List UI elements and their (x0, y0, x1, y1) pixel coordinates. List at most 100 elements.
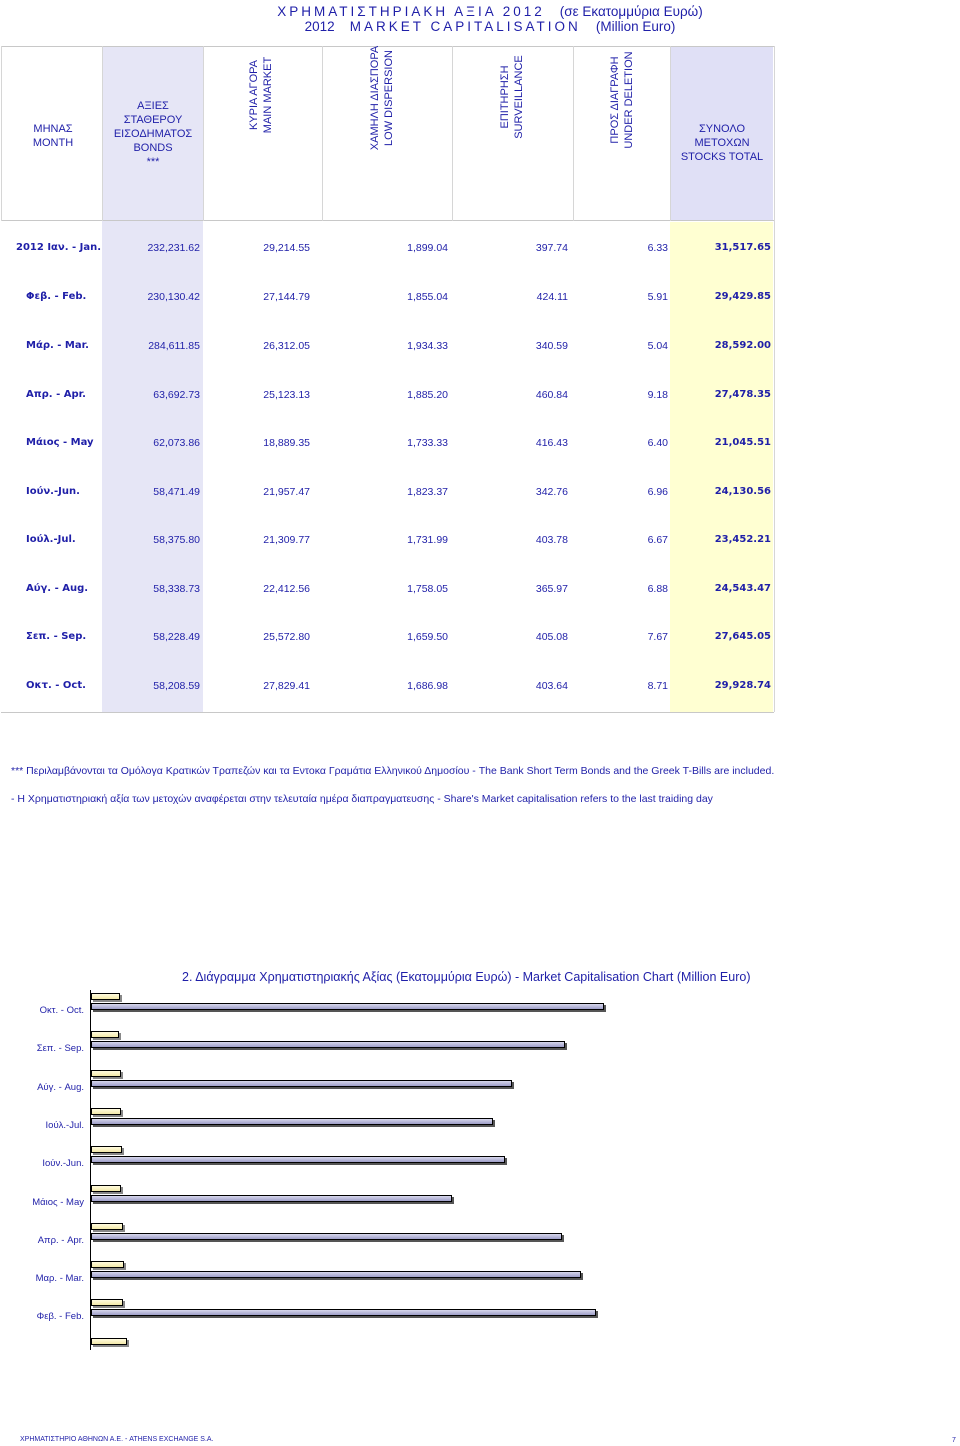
chart-category-label: Αύγ. - Aug. (37, 1081, 84, 1093)
main-market-cell: 21,309.77 (263, 534, 310, 546)
chart-bar-stocks-total (91, 1079, 512, 1087)
low-dispersion-cell: 1,934.33 (407, 340, 448, 352)
title-year: 2012 (304, 19, 335, 34)
bonds-cell: 58,228.49 (153, 631, 200, 643)
bonds-cell: 58,338.73 (153, 583, 200, 595)
stocks-total-cell: 29,429.85 (714, 291, 771, 302)
chart-category-label: Μάιος - May (32, 1196, 84, 1208)
chart-category-label: Ιούλ.-Jul. (45, 1119, 84, 1131)
header-bonds: ΑΞΙΕΣ ΣΤΑΘΕΡΟΥ ΕΙΣΟΔΗΜΑΤΟΣ BONDS *** (113, 100, 193, 168)
stocks-total-cell: 24,543.47 (714, 583, 771, 594)
bonds-cell: 230,130.42 (147, 291, 200, 303)
bonds-cell: 284,611.85 (148, 340, 200, 352)
main-market-cell: 27,829.41 (263, 680, 310, 692)
footer-exchange: ΧΡΗΜΑΤΙΣΤΗΡΙΟ ΑΘΗΝΩΝ Α.Ε. - ATHENS EXCHA… (20, 1436, 214, 1443)
chart-category-label: Ιούν.-Jun. (42, 1158, 84, 1170)
month-cell: Μάρ. - Mar. (26, 340, 89, 351)
under-deletion-cell: 9.18 (647, 389, 668, 401)
low-dispersion-cell: 1,659.50 (407, 631, 448, 643)
table-row: Ιούν.-Jun. 58,471.49 21,957.47 1,823.37 … (0, 486, 775, 506)
chart-bar-stocks-total (91, 1271, 582, 1279)
stocks-total-cell: 28,592.00 (714, 340, 771, 351)
low-dispersion-cell: 1,823.37 (407, 486, 448, 498)
note-market-cap: - Η Χρηματιστηριακή αξία των μετοχών ανα… (11, 793, 713, 805)
bonds-cell: 58,208.59 (153, 680, 200, 692)
chart-bar-low-dispersion (91, 1146, 123, 1154)
stocks-total-cell: 24,130.56 (714, 486, 771, 497)
under-deletion-cell: 5.04 (647, 340, 668, 352)
chart-bar-low-dispersion (91, 1069, 122, 1077)
header-surveillance: ΕΠΙΤΗΡΗΣΗ SURVEILLANCE (499, 55, 525, 139)
under-deletion-cell: 8.71 (647, 680, 668, 692)
under-deletion-cell: 7.67 (647, 631, 668, 643)
header-main-market: ΚΥΡΙΑ ΑΓΟΡΑ MAIN MARKET (248, 56, 274, 134)
main-market-cell: 22,412.56 (263, 583, 310, 595)
header-month: ΜΗΝΑΣ MONTH (32, 123, 74, 149)
bonds-cell: 62,073.86 (153, 437, 200, 449)
main-market-cell: 21,957.47 (263, 486, 310, 498)
surveillance-cell: 365.97 (535, 583, 568, 595)
under-deletion-cell: 6.40 (647, 437, 668, 449)
chart-bar-low-dispersion (91, 1107, 121, 1115)
main-market-cell: 25,572.80 (263, 631, 310, 643)
table-row: 2012 Ιαν. - Jan. 232,231.62 29,214.55 1,… (0, 242, 775, 262)
low-dispersion-cell: 1,855.04 (407, 291, 448, 303)
title-line-2: 2012 MARKET CAPITALISATION (Million Euro… (0, 19, 960, 34)
surveillance-cell: 424.11 (536, 291, 568, 303)
chart-bar-stocks-total (91, 1309, 596, 1317)
month-cell: Οκτ. - Oct. (26, 680, 86, 691)
header-under-deletion: ΠΡΟΣ ΔΙΑΓΡΑΦΗ UNDER DELETION (609, 51, 635, 149)
surveillance-cell: 403.78 (535, 534, 568, 546)
chart-category-label: Μαρ. - Mar. (35, 1273, 84, 1285)
stocks-total-cell: 27,478.35 (714, 389, 771, 400)
under-deletion-cell: 6.96 (647, 486, 668, 498)
chart-bar-stocks-total (91, 1117, 494, 1125)
chart-bar-low-dispersion (91, 1031, 120, 1039)
table-row: Οκτ. - Oct. 58,208.59 27,829.41 1,686.98… (0, 680, 775, 700)
surveillance-cell: 405.08 (535, 631, 568, 643)
low-dispersion-cell: 1,731.99 (407, 534, 448, 546)
page-title: ΧΡΗΜΑΤΙΣΤΗΡΙΑΚΗ ΑΞΙΑ 2012 (σε Εκατομμύρι… (0, 4, 960, 34)
stocks-total-cell: 23,452.21 (714, 534, 771, 545)
month-cell: 2012 Ιαν. - Jan. (16, 242, 102, 253)
low-dispersion-cell: 1,733.33 (407, 437, 448, 449)
chart-category-label: Φεβ. - Feb. (36, 1311, 84, 1323)
surveillance-cell: 397.74 (535, 242, 568, 254)
month-cell: Απρ. - Apr. (26, 389, 86, 400)
under-deletion-cell: 6.88 (647, 583, 668, 595)
surveillance-cell: 403.64 (535, 680, 568, 692)
main-market-cell: 27,144.79 (263, 291, 310, 303)
chart-bar-stocks-total (91, 1003, 605, 1010)
table-row: Ιούλ.-Jul. 58,375.80 21,309.77 1,731.99 … (0, 534, 775, 554)
header-low-dispersion: ΧΑΜΗΛΗ ΔΙΑΣΠΟΡΑ LOW DISPERSION (369, 45, 395, 151)
chart-bar-stocks-total (91, 1232, 563, 1240)
month-cell: Σεπ. - Sep. (26, 631, 87, 642)
table-row: Απρ. - Apr. 63,692.73 25,123.13 1,885.20… (0, 389, 775, 409)
table-row: Φεβ. - Feb. 230,130.42 27,144.79 1,855.0… (0, 291, 775, 311)
bonds-cell: 232,231.62 (147, 242, 200, 254)
bonds-cell: 58,375.80 (153, 534, 200, 546)
low-dispersion-cell: 1,686.98 (407, 680, 448, 692)
chart-bar-stocks-total (91, 1041, 565, 1049)
table-row: Σεπ. - Sep. 58,228.49 25,572.80 1,659.50… (0, 631, 775, 651)
stocks-total-cell: 21,045.51 (714, 437, 771, 448)
low-dispersion-cell: 1,885.20 (407, 389, 448, 401)
chart-bar-low-dispersion (91, 1337, 127, 1345)
main-market-cell: 18,889.35 (263, 437, 310, 449)
title-line-1: ΧΡΗΜΑΤΙΣΤΗΡΙΑΚΗ ΑΞΙΑ 2012 (σε Εκατομμύρι… (0, 4, 960, 19)
month-cell: Ιούν.-Jun. (26, 486, 80, 497)
chart-category-label: Σεπ. - Sep. (36, 1043, 84, 1055)
low-dispersion-cell: 1,758.05 (407, 583, 448, 595)
table-row: Αύγ. - Aug. 58,338.73 22,412.56 1,758.05… (0, 583, 775, 603)
chart-bar-stocks-total (91, 1156, 505, 1164)
stocks-total-cell: 29,928.74 (714, 680, 771, 691)
low-dispersion-cell: 1,899.04 (407, 242, 448, 254)
under-deletion-cell: 5.91 (647, 291, 668, 303)
main-market-cell: 25,123.13 (263, 389, 310, 401)
bonds-cell: 58,471.49 (153, 486, 200, 498)
table-row: Μάρ. - Mar. 284,611.85 26,312.05 1,934.3… (0, 340, 775, 360)
chart-bar-low-dispersion (91, 993, 120, 1000)
title-greek-suffix: (σε Εκατομμύρια Ευρώ) (559, 4, 703, 19)
bonds-cell: 63,692.73 (153, 389, 200, 401)
main-market-cell: 26,312.05 (263, 340, 310, 352)
